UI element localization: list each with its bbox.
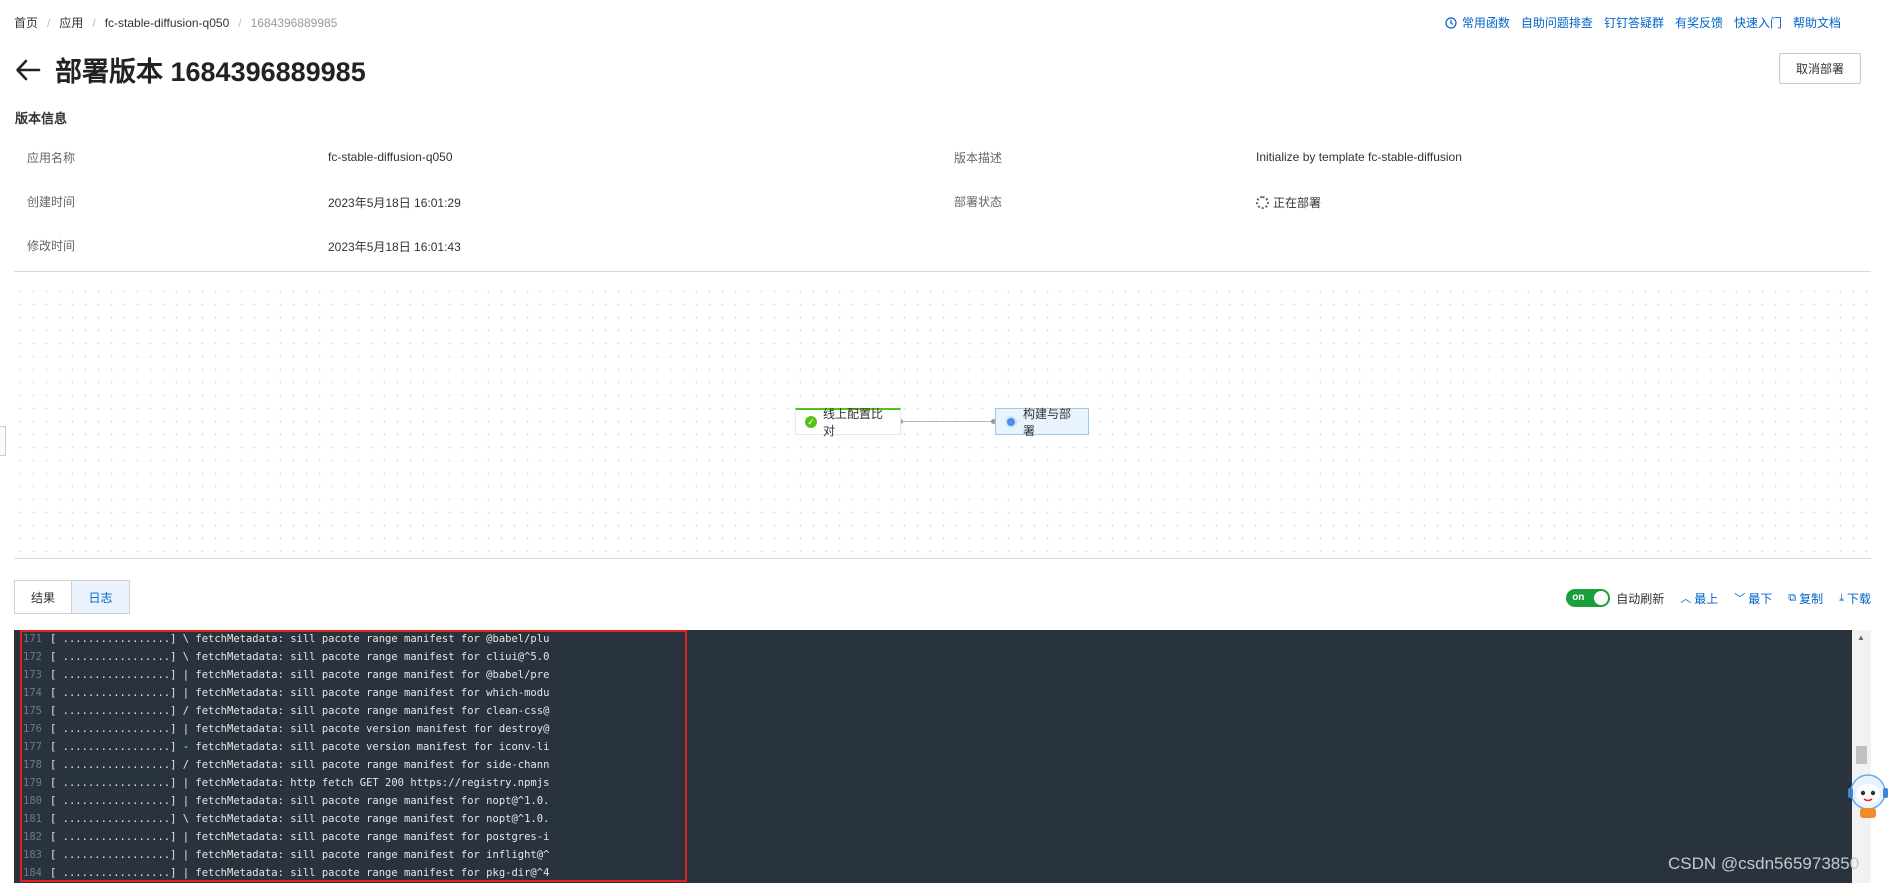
breadcrumb-apps[interactable]: 应用 [59, 14, 83, 31]
common-functions-label: 常用函数 [1461, 16, 1510, 30]
top-links: 常用函数 自助问题排查 钉钉答疑群 有奖反馈 快速入门 帮助文档 [1445, 14, 1841, 31]
tab-result[interactable]: 结果 [14, 580, 72, 614]
scroll-top-button[interactable]: ︿ 最上 [1680, 590, 1718, 607]
result-log-tabs: 结果 日志 [14, 580, 130, 614]
assistant-icon[interactable] [1846, 772, 1890, 820]
scroll-up-arrow-icon[interactable]: ▲ [1857, 633, 1865, 642]
created-time-label: 创建时间 [27, 195, 76, 209]
pipeline-node-build-deploy[interactable]: 构建与部署 [995, 407, 1089, 438]
scroll-bottom-label: 最下 [1748, 591, 1773, 606]
download-icon: ⤓ [1839, 591, 1844, 604]
scroll-top-label: 最上 [1694, 591, 1719, 606]
modified-time-label: 修改时间 [27, 239, 76, 253]
chevron-up-icon: ︿ [1680, 593, 1692, 605]
auto-refresh-toggle[interactable]: on [1566, 589, 1611, 607]
node-label: 线上配置比对 [823, 407, 884, 438]
quick-start-link[interactable]: 快速入门 [1734, 14, 1782, 31]
breadcrumb-app[interactable]: fc-stable-diffusion-q050 [105, 16, 230, 30]
log-scrollbar[interactable]: ▲ [1852, 630, 1871, 883]
toggle-text: on [1572, 592, 1585, 603]
breadcrumb-home[interactable]: 首页 [14, 14, 38, 31]
divider [14, 271, 1871, 272]
watermark: CSDN @csdn565973850 [1668, 854, 1860, 873]
side-collapse-handle[interactable] [0, 426, 6, 456]
copy-label: 复制 [1799, 591, 1824, 606]
breadcrumb-separator: / [238, 15, 242, 30]
description-value: Initialize by template fc-stable-diffusi… [1256, 150, 1462, 164]
check-circle-icon: ✓ [805, 416, 817, 428]
deploy-status: 正在部署 [1256, 194, 1321, 211]
scrollbar-thumb[interactable] [1856, 746, 1867, 764]
download-label: 下载 [1846, 591, 1871, 606]
app-name-value: fc-stable-diffusion-q050 [328, 150, 453, 164]
section-title: 版本信息 [15, 111, 68, 126]
toggle-knob [1594, 591, 1609, 605]
running-dot-icon [1005, 415, 1017, 428]
app-name-label: 应用名称 [27, 151, 76, 165]
spinner-icon [1256, 196, 1269, 209]
breadcrumb-current: 1684396889985 [250, 15, 338, 30]
breadcrumb: 首页 / 应用 / fc-stable-diffusion-q050 / 168… [14, 14, 337, 31]
pipeline-edge [901, 421, 995, 422]
help-docs-link[interactable]: 帮助文档 [1793, 14, 1841, 31]
page-title: 部署版本 1684396889985 [55, 57, 366, 87]
feedback-link[interactable]: 有奖反馈 [1675, 14, 1723, 31]
cancel-deploy-button[interactable]: 取消部署 [1779, 53, 1861, 84]
divider [14, 558, 1871, 559]
back-arrow-icon[interactable] [14, 56, 42, 84]
log-highlight-box [20, 630, 687, 882]
breadcrumb-separator: / [92, 15, 96, 30]
created-time-value: 2023年5月18日 16:01:29 [328, 196, 461, 210]
pipeline-node-config-compare[interactable]: ✓ 线上配置比对 [795, 407, 901, 438]
dingtalk-group-link[interactable]: 钉钉答疑群 [1604, 14, 1664, 31]
breadcrumb-separator: / [47, 15, 51, 30]
common-functions-link[interactable]: 常用函数 [1445, 14, 1510, 31]
deploy-status-label: 部署状态 [954, 195, 1003, 209]
tab-log[interactable]: 日志 [72, 580, 130, 614]
clock-icon [1445, 16, 1457, 29]
copy-icon: ⧉ [1788, 591, 1797, 604]
chevron-down-icon: ﹀ [1734, 593, 1746, 605]
modified-time-value: 2023年5月18日 16:01:43 [328, 240, 461, 254]
scroll-bottom-button[interactable]: ﹀ 最下 [1734, 590, 1772, 607]
copy-button[interactable]: ⧉ 复制 [1788, 590, 1823, 607]
deploy-status-value: 正在部署 [1273, 196, 1322, 210]
node-label: 构建与部署 [1023, 406, 1072, 438]
log-toolbar: on 自动刷新 ︿ 最上 ﹀ 最下 ⧉ 复制 ⤓ 下载 [1566, 589, 1871, 607]
download-button[interactable]: ⤓ 下载 [1839, 590, 1871, 607]
self-troubleshoot-link[interactable]: 自助问题排查 [1521, 14, 1593, 31]
description-label: 版本描述 [954, 151, 1003, 165]
auto-refresh-label: 自动刷新 [1616, 591, 1665, 606]
